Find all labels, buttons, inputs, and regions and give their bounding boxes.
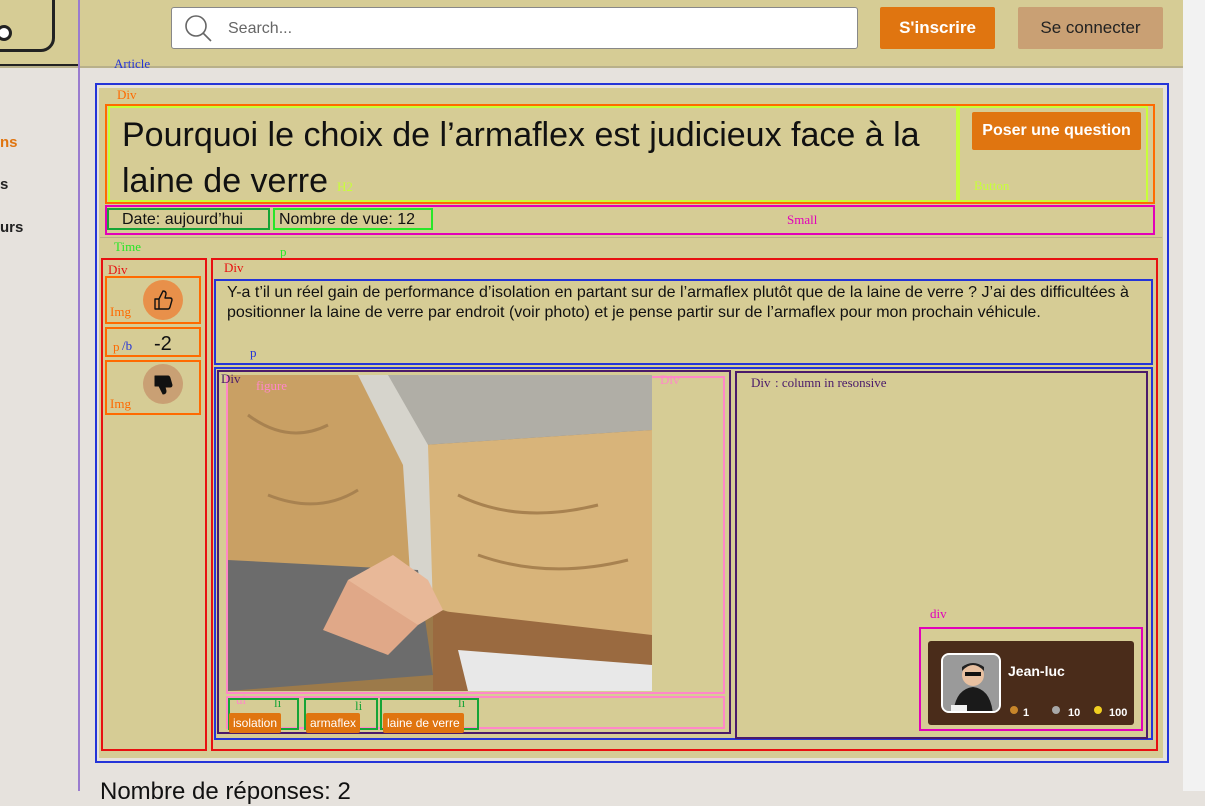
annotation-p: p xyxy=(113,339,120,354)
annotation-li-3: li xyxy=(458,695,466,710)
nav-item-users[interactable]: urs xyxy=(0,219,23,236)
annotation-p-question: p xyxy=(250,345,257,360)
silver-badge-count: 10 xyxy=(1068,707,1081,719)
annotation-div-vote: Div xyxy=(108,262,128,277)
annotation-img-down: Img xyxy=(110,396,131,411)
annotation-div-main: Div xyxy=(224,260,244,275)
avatar[interactable] xyxy=(941,653,1001,713)
silver-badge-icon xyxy=(1052,706,1060,714)
scrollbar[interactable] xyxy=(1183,0,1205,791)
annotation-div-left: Div xyxy=(221,371,241,386)
annotation-div-user: div xyxy=(930,606,947,621)
annotation-button: Button xyxy=(974,178,1010,193)
tag-armaflex[interactable]: armaflex xyxy=(306,713,361,733)
nav-divider xyxy=(78,0,80,791)
annotation-b: /b xyxy=(122,338,133,353)
annotation-h2: H2 xyxy=(337,179,353,194)
signup-button[interactable]: S'inscrire xyxy=(880,7,995,49)
logo[interactable]: !? xyxy=(0,0,55,52)
bronze-badge-icon xyxy=(1010,706,1018,714)
question-views: Nombre de vue: 12 xyxy=(273,208,433,230)
annotation-small: Small xyxy=(787,212,818,227)
annotation-div-figure: Div xyxy=(660,372,680,387)
question-body: Y-a t’il un réel gain de performance d’i… xyxy=(227,284,1129,321)
annotation-time: Time xyxy=(114,239,141,254)
author-name[interactable]: Jean-luc xyxy=(1008,663,1065,679)
answers-heading: Nombre de réponses: 2 xyxy=(100,778,351,805)
annotation-figure: figure xyxy=(256,378,288,393)
avatar-image xyxy=(943,655,999,711)
annotation-li-2: li xyxy=(355,698,363,713)
nav-item-questions[interactable]: ns xyxy=(0,134,18,151)
search-input[interactable]: Search... xyxy=(171,7,858,49)
logo-wheel-icon xyxy=(0,25,12,41)
gold-badge-count: 100 xyxy=(1109,707,1128,719)
ask-question-button[interactable]: Poser une question xyxy=(972,112,1141,150)
logo-underline xyxy=(0,64,80,66)
annotation-div-right: Div xyxy=(751,375,771,390)
downvote-button[interactable] xyxy=(143,364,183,404)
thumbs-down-icon xyxy=(154,375,173,395)
annotation-p-top: p xyxy=(280,244,287,259)
insulation-photo-image xyxy=(228,375,652,691)
annotation-div-right-note: : column in resonsive xyxy=(775,375,887,390)
thumbs-up-icon xyxy=(154,290,173,310)
tag-laine-de-verre[interactable]: laine de verre xyxy=(383,713,464,733)
search-icon xyxy=(185,15,212,42)
question-date: Date: aujourd’hui xyxy=(107,208,270,230)
divider xyxy=(100,237,1162,238)
annotation-img-up: Img xyxy=(110,304,131,319)
tag-isolation[interactable]: isolation xyxy=(229,713,282,733)
gold-badge-icon xyxy=(1094,706,1102,714)
annotation-article: Article xyxy=(114,56,151,71)
annotation-li-1: li xyxy=(274,695,282,710)
login-button[interactable]: Se connecter xyxy=(1018,7,1163,49)
question-photo[interactable] xyxy=(228,375,652,691)
vote-score: -2 xyxy=(154,333,172,355)
bronze-badge-count: 1 xyxy=(1023,707,1030,719)
upvote-button[interactable] xyxy=(143,280,183,320)
annotation-div-title: Div xyxy=(117,87,137,102)
search-placeholder: Search... xyxy=(228,20,293,37)
nav-item-tags[interactable]: s xyxy=(0,176,8,193)
question-title: Pourquoi le choix de l’armaflex est judi… xyxy=(122,116,920,200)
